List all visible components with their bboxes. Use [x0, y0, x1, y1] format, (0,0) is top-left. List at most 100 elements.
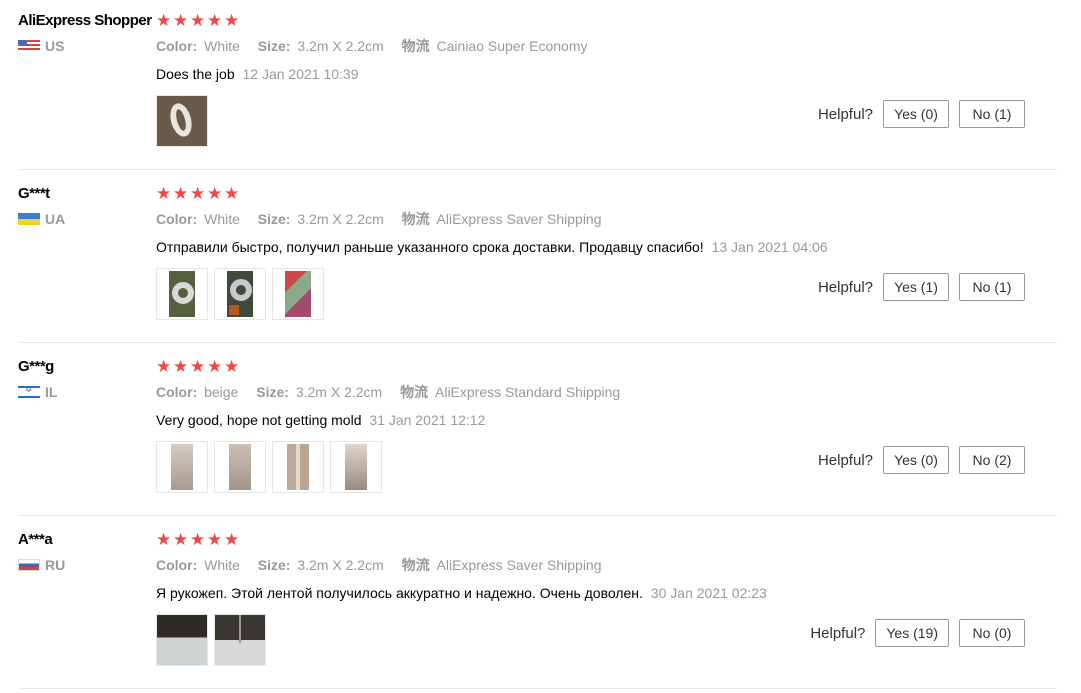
ua-flag-icon [18, 213, 40, 225]
star-rating: ★ ★ ★ ★ ★ [156, 12, 1057, 30]
color-value: White [204, 211, 240, 227]
divider [18, 515, 1057, 516]
star-icon: ★ [190, 11, 206, 30]
color-label: Color: [156, 384, 198, 400]
star-rating: ★ ★ ★ ★ ★ [156, 531, 1057, 549]
review-feedback: Отправили быстро, получил раньше указанн… [156, 239, 1057, 255]
star-icon: ★ [156, 530, 172, 549]
helpful-vote: Helpful? Yes (1) No (1) [818, 273, 1025, 301]
size-value: 3.2m X 2.2cm [295, 384, 383, 400]
star-icon: ★ [156, 11, 172, 30]
size-label: Size: [257, 38, 291, 54]
shipping-label: 物流 [401, 557, 430, 573]
reviewer-info: G***t UA [18, 185, 65, 227]
review-photo-thumbnail[interactable] [214, 268, 266, 320]
shipping-label: 物流 [401, 211, 430, 227]
review-item: G***g IL ★ ★ ★ ★ ★ Color: beige Size: 3.… [0, 346, 1057, 519]
color-value: White [204, 557, 240, 573]
review-photo-thumbnail[interactable] [214, 441, 266, 493]
review-feedback: Very good, hope not getting mold 31 Jan … [156, 412, 1057, 428]
color-label: Color: [156, 557, 198, 573]
review-item: G***t UA ★ ★ ★ ★ ★ Color: White Size: 3.… [0, 173, 1057, 346]
star-icon: ★ [224, 357, 240, 376]
star-icon: ★ [207, 357, 223, 376]
review-text: Does the job [156, 66, 235, 82]
helpful-label: Helpful? [817, 278, 873, 296]
review-text: Я рукожеп. Этой лентой получилось аккура… [156, 585, 643, 601]
star-icon: ★ [190, 530, 206, 549]
country-code: US [45, 38, 65, 54]
reviewer-name: A***a [18, 531, 53, 548]
order-info: Color: White Size: 3.2m X 2.2cm 物流 Caini… [156, 36, 1057, 56]
shipping-label: 物流 [400, 384, 429, 400]
vote-yes-button[interactable]: Yes (0) [883, 446, 949, 474]
star-rating: ★ ★ ★ ★ ★ [156, 185, 1057, 203]
star-icon: ★ [207, 184, 223, 203]
review-photo-thumbnail[interactable] [156, 95, 208, 147]
us-flag-icon [18, 40, 40, 52]
reviewer-country: US [18, 38, 152, 54]
shipping-value: Cainiao Super Economy [436, 38, 588, 54]
review-photo-thumbnail[interactable] [272, 268, 324, 320]
vote-yes-button[interactable]: Yes (0) [883, 100, 949, 128]
vote-yes-button[interactable]: Yes (19) [875, 619, 949, 647]
size-value: 3.2m X 2.2cm [297, 38, 384, 54]
il-flag-icon [18, 386, 40, 398]
reviewer-country: RU [18, 557, 65, 573]
order-info: Color: White Size: 3.2m X 2.2cm 物流 AliEx… [156, 555, 1057, 575]
helpful-vote: Helpful? Yes (0) No (1) [818, 100, 1025, 128]
size-value: 3.2m X 2.2cm [297, 211, 384, 227]
reviewer-info: AliExpress Shopper US [18, 12, 152, 54]
shipping-value: AliExpress Saver Shipping [436, 211, 602, 227]
review-item: A***a RU ★ ★ ★ ★ ★ Color: White Size: 3.… [0, 519, 1057, 692]
color-label: Color: [156, 211, 198, 227]
review-photo-thumbnail[interactable] [156, 268, 208, 320]
size-label: Size: [257, 211, 291, 227]
vote-yes-button[interactable]: Yes (1) [883, 273, 949, 301]
vote-no-button[interactable]: No (1) [959, 100, 1025, 128]
review-time: 13 Jan 2021 04:06 [711, 239, 828, 255]
helpful-label: Helpful? [810, 624, 866, 642]
review-photo-thumbnail[interactable] [156, 614, 208, 666]
star-icon: ★ [190, 357, 206, 376]
shipping-value: AliExpress Saver Shipping [436, 557, 602, 573]
divider [18, 688, 1057, 689]
star-icon: ★ [190, 184, 206, 203]
order-info: Color: beige Size: 3.2m X 2.2cm 物流 AliEx… [156, 382, 1057, 402]
vote-no-button[interactable]: No (0) [959, 619, 1025, 647]
review-text: Отправили быстро, получил раньше указанн… [156, 239, 704, 255]
reviewer-name: G***t [18, 185, 50, 202]
star-icon: ★ [173, 530, 189, 549]
helpful-label: Helpful? [817, 105, 873, 123]
color-value: White [204, 38, 240, 54]
vote-no-button[interactable]: No (2) [959, 446, 1025, 474]
size-value: 3.2m X 2.2cm [297, 557, 384, 573]
review-photo-thumbnail[interactable] [156, 441, 208, 493]
star-icon: ★ [173, 184, 189, 203]
star-rating: ★ ★ ★ ★ ★ [156, 358, 1057, 376]
country-code: RU [45, 557, 66, 573]
review-photo-thumbnail[interactable] [330, 441, 382, 493]
review-photo-thumbnail[interactable] [214, 614, 266, 666]
color-label: Color: [156, 38, 198, 54]
reviewer-name: G***g [18, 358, 54, 375]
review-feedback: Does the job 12 Jan 2021 10:39 [156, 66, 1057, 82]
review-item: AliExpress Shopper US ★ ★ ★ ★ ★ Color: W… [0, 0, 1057, 173]
star-icon: ★ [173, 357, 189, 376]
star-icon: ★ [224, 11, 240, 30]
vote-no-button[interactable]: No (1) [959, 273, 1025, 301]
star-icon: ★ [224, 184, 240, 203]
star-icon: ★ [207, 11, 223, 30]
review-time: 12 Jan 2021 10:39 [242, 66, 359, 82]
star-icon: ★ [156, 357, 172, 376]
country-code: UA [45, 211, 66, 227]
shipping-value: AliExpress Standard Shipping [435, 384, 621, 400]
reviewer-info: A***a RU [18, 531, 65, 573]
reviewer-country: IL [18, 384, 57, 400]
star-icon: ★ [207, 530, 223, 549]
color-value: beige [204, 384, 239, 400]
divider [18, 169, 1057, 170]
star-icon: ★ [156, 184, 172, 203]
order-info: Color: White Size: 3.2m X 2.2cm 物流 AliEx… [156, 209, 1057, 229]
review-photo-thumbnail[interactable] [272, 441, 324, 493]
